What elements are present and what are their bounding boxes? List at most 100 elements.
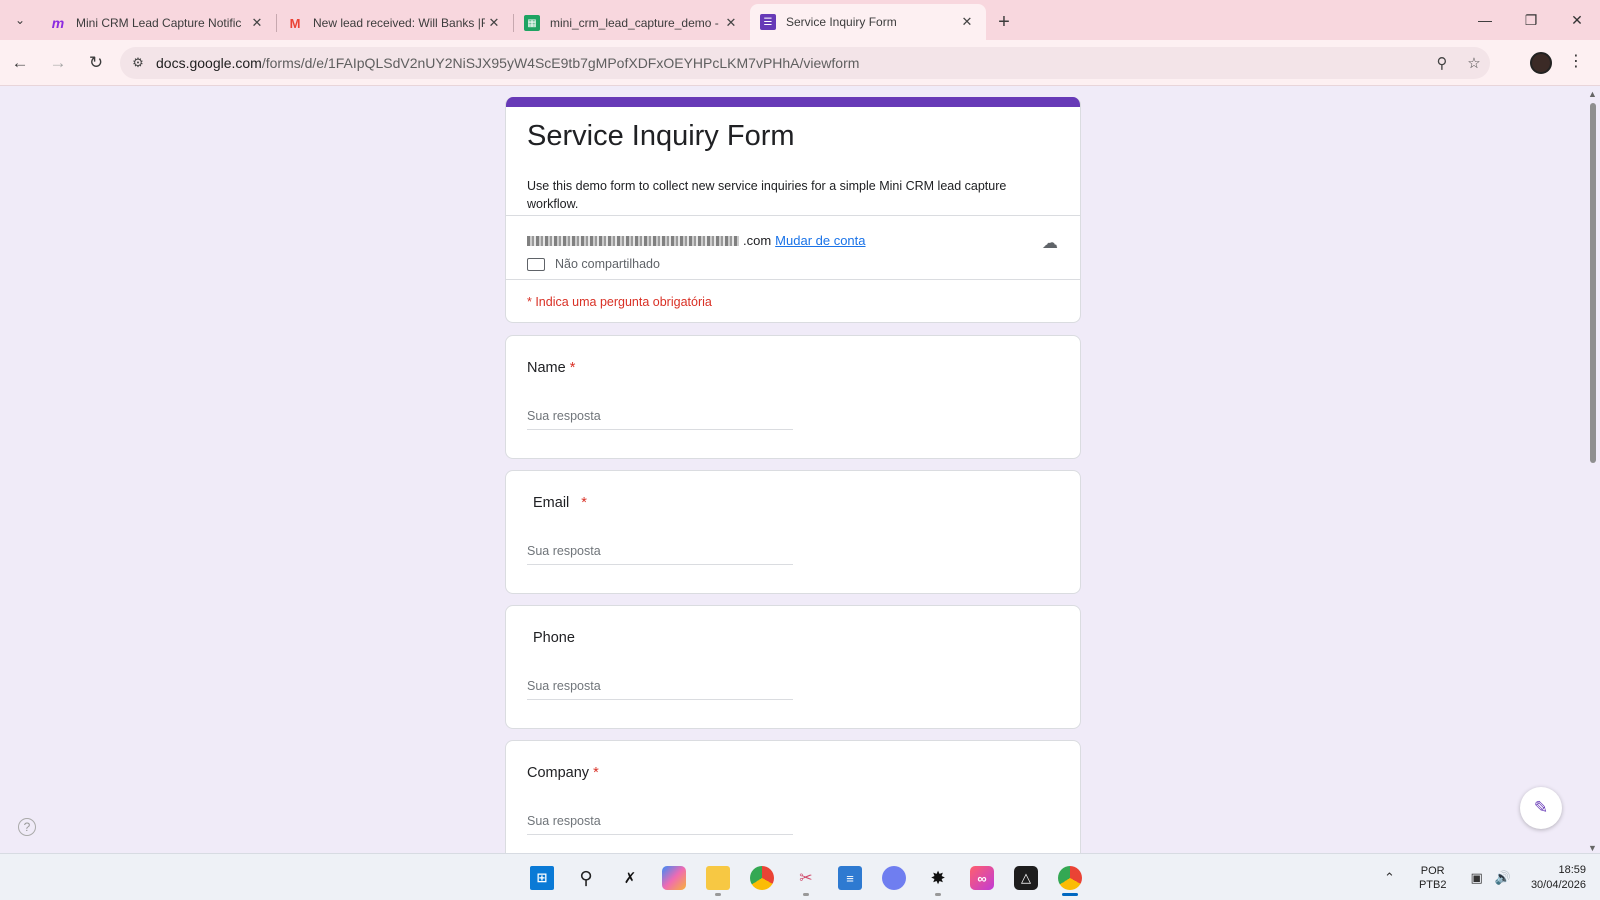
restore-icon[interactable]: ❐ (1508, 0, 1554, 40)
required-note: * Indica uma pergunta obrigatória (527, 295, 712, 309)
edit-pencil-button[interactable]: ✎ (1520, 787, 1562, 829)
taskbar-copilot[interactable] (652, 860, 696, 896)
not-shared-label: Não compartilhado (555, 257, 660, 271)
forms-icon: ☰ (760, 14, 776, 30)
divider (506, 279, 1080, 280)
running-indicator (935, 893, 941, 896)
pencil-icon: ✎ (1533, 798, 1549, 817)
address-bar[interactable]: ⚙ docs.google.com/forms/d/e/1FAIpQLSdV2n… (120, 47, 1490, 79)
scroll-down-icon[interactable]: ▼ (1588, 843, 1597, 853)
close-icon[interactable]: ✕ (248, 15, 266, 31)
language-indicator[interactable]: POR PTB2 (1419, 864, 1447, 892)
help-icon[interactable]: ? (18, 818, 36, 836)
close-icon[interactable]: ✕ (722, 15, 740, 31)
question-title: Email (533, 495, 570, 511)
browser-toolbar: ← → ↻ ⚙ docs.google.com/forms/d/e/1FAIpQ… (0, 40, 1600, 86)
tab-service-inquiry-form[interactable]: ☰ Service Inquiry Form ✕ (750, 4, 986, 40)
taskbar-snipping-tool[interactable]: ✂ (784, 860, 828, 896)
form-title: Service Inquiry Form (527, 120, 795, 152)
reload-button[interactable]: ↻ (78, 45, 114, 81)
scroll-thumb[interactable] (1590, 103, 1596, 463)
tab-mini-crm[interactable]: m Mini CRM Lead Capture Notific ✕ (40, 6, 276, 40)
question-card-email: Email * Sua resposta (505, 470, 1081, 594)
taskbar-app-dark[interactable]: △ (1004, 860, 1048, 896)
chevron-up-icon[interactable]: ⌃ (1384, 870, 1395, 886)
start-button[interactable]: ⊞ (520, 860, 564, 896)
url-path: /forms/d/e/1FAIpQLSdV2nUY2NiSJX95yW4ScE9… (261, 55, 860, 71)
taskbar-chrome[interactable] (740, 860, 784, 896)
taskbar-chatgpt[interactable]: ✸ (916, 860, 960, 896)
page-scrollbar[interactable]: ▲ ▼ (1586, 87, 1600, 853)
question-label: Company * (527, 765, 599, 781)
chrome-profile-icon (1058, 866, 1082, 890)
close-window-icon[interactable]: ✕ (1554, 0, 1600, 40)
copilot-icon (662, 866, 686, 890)
back-button[interactable]: ← (2, 45, 38, 81)
tab-title: Service Inquiry Form (786, 15, 897, 29)
phone-input[interactable]: Sua resposta (527, 676, 793, 700)
taskbar-app-blue[interactable] (872, 860, 916, 896)
question-label: Phone (533, 630, 575, 646)
not-shared-status: Não compartilhado (527, 257, 660, 271)
sheets-icon: ▦ (524, 15, 540, 31)
form-accent-bar (506, 97, 1080, 107)
scroll-up-icon[interactable]: ▲ (1588, 89, 1597, 99)
notepad-icon: ≡ (838, 866, 862, 890)
system-tray: ⌃ POR PTB2 ▣ 🔊 18:59 30/04/2026 (1378, 854, 1586, 900)
profile-avatar[interactable] (1530, 52, 1552, 74)
clock-time: 18:59 (1558, 863, 1586, 876)
url-text[interactable]: docs.google.com/forms/d/e/1FAIpQLSdV2nUY… (156, 55, 1426, 71)
zoom-icon[interactable]: ⚲ (1426, 54, 1458, 72)
minimize-icon[interactable]: — (1462, 0, 1508, 40)
taskbar-creative-cloud[interactable]: ∞ (960, 860, 1004, 896)
site-settings-icon[interactable]: ⚙ (120, 55, 156, 71)
forward-button[interactable]: → (40, 45, 76, 81)
menu-dots-icon[interactable]: ⋮ (1568, 51, 1584, 71)
name-input[interactable]: Sua resposta (527, 406, 793, 430)
taskbar-file-explorer[interactable] (696, 860, 740, 896)
tab-search-button[interactable]: ⌄ (0, 0, 40, 40)
plus-icon: + (998, 10, 1010, 33)
question-title: Phone (533, 630, 575, 646)
switch-account-link[interactable]: Mudar de conta (775, 233, 865, 248)
taskbar-search[interactable]: ⚲ (564, 860, 608, 896)
capcut-icon: ✗ (623, 870, 637, 887)
search-icon: ⚲ (579, 867, 593, 888)
divider (506, 215, 1080, 216)
arrow-left-icon: ← (11, 52, 29, 72)
chevron-down-icon: ⌄ (14, 13, 26, 27)
required-asterisk: * (593, 765, 599, 781)
close-icon[interactable]: ✕ (958, 14, 976, 30)
box-app-icon: △ (1014, 866, 1038, 890)
company-input[interactable]: Sua resposta (527, 811, 793, 835)
tab-title: Mini CRM Lead Capture Notific (76, 16, 242, 30)
taskbar-capcut[interactable]: ✗ (608, 860, 652, 896)
arrow-right-icon: → (49, 52, 67, 72)
url-host: docs.google.com (156, 55, 262, 71)
form-page: Service Inquiry Form Use this demo form … (0, 87, 1586, 853)
tab-sheets[interactable]: ▦ mini_crm_lead_capture_demo - ✕ (514, 6, 750, 40)
running-indicator (803, 893, 809, 896)
windows-icon: ⊞ (530, 866, 554, 890)
running-indicator (715, 893, 721, 896)
gmail-icon: M (289, 15, 301, 31)
account-line: .com Mudar de conta (527, 233, 866, 248)
tab-gmail[interactable]: M New lead received: Will Banks |F ✕ (277, 6, 513, 40)
redacted-email (527, 235, 739, 246)
taskbar-chrome-profile[interactable] (1048, 860, 1092, 896)
window-controls: — ❐ ✕ (1462, 0, 1600, 40)
email-input[interactable]: Sua resposta (527, 541, 793, 565)
clock[interactable]: 18:59 30/04/2026 (1531, 863, 1586, 893)
new-tab-button[interactable]: + (986, 4, 1022, 40)
taskbar-notepad[interactable]: ≡ (828, 860, 872, 896)
bookmark-star-icon[interactable]: ☆ (1458, 54, 1490, 72)
network-icon[interactable]: ▣ (1470, 870, 1482, 886)
language-code: POR (1420, 864, 1445, 877)
scissors-icon: ✂ (799, 870, 813, 887)
question-title: Company (527, 765, 590, 781)
question-label: Name * (527, 360, 575, 376)
question-title: Name (527, 360, 566, 376)
form-header-card: Service Inquiry Form Use this demo form … (505, 97, 1081, 323)
close-icon[interactable]: ✕ (485, 15, 503, 31)
volume-icon[interactable]: 🔊 (1495, 870, 1511, 886)
